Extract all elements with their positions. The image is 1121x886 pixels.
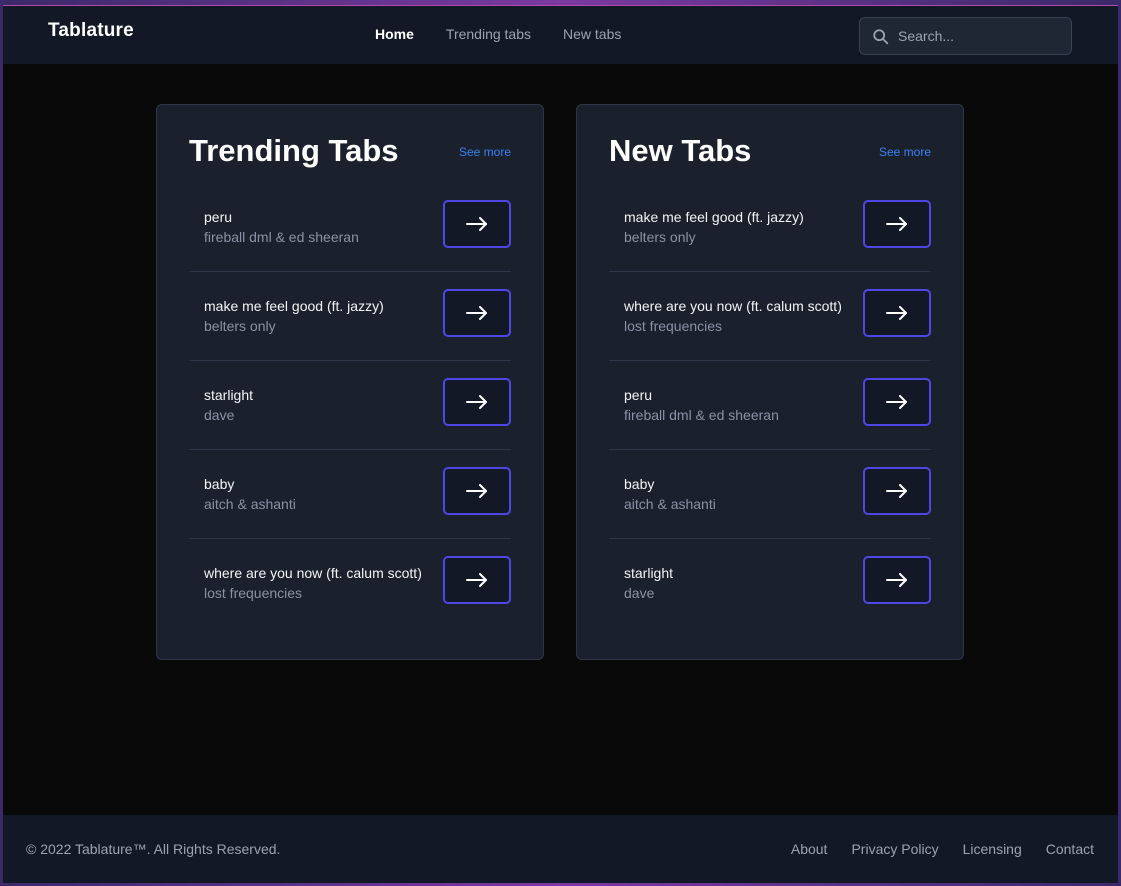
arrow-right-icon [886,484,907,498]
arrow-right-icon [466,306,487,320]
page-footer: © 2022 Tablature™. All Rights Reserved. … [3,815,1118,883]
arrow-right-icon [886,573,907,587]
footer-link-licensing[interactable]: Licensing [963,841,1022,857]
window-frame: Tablature Home Trending tabs New tabs Tr… [0,0,1121,886]
list-item: make me feel good (ft. jazzy) belters on… [609,183,931,272]
search-icon [873,29,889,45]
tab-artist: fireball dml & ed sheeran [624,407,779,423]
new-see-more-link[interactable]: See more [879,145,931,159]
arrow-right-icon [466,573,487,587]
list-item: peru fireball dml & ed sheeran [609,361,931,450]
list-item: starlight dave [609,539,931,628]
list-item: where are you now (ft. calum scott) lost… [189,539,511,628]
nav-new-tabs[interactable]: New tabs [563,26,621,42]
open-tab-button[interactable] [863,289,931,337]
nav-home[interactable]: Home [375,26,414,42]
tab-title: baby [204,476,235,492]
footer-link-contact[interactable]: Contact [1046,841,1094,857]
tab-title: make me feel good (ft. jazzy) [624,209,804,225]
new-tabs-list: make me feel good (ft. jazzy) belters on… [609,183,931,628]
new-tabs-title: New Tabs [609,133,752,168]
top-navbar: Tablature Home Trending tabs New tabs [3,5,1118,64]
app-window: Tablature Home Trending tabs New tabs Tr… [3,5,1118,883]
open-tab-button[interactable] [443,556,511,604]
nav-trending-tabs[interactable]: Trending tabs [446,26,531,42]
tab-artist: lost frequencies [204,585,303,601]
footer-link-about[interactable]: About [791,841,828,857]
tab-artist: dave [204,407,235,423]
brand-logo[interactable]: Tablature [48,20,134,42]
main-nav: Home Trending tabs New tabs [375,26,653,42]
open-tab-button[interactable] [863,467,931,515]
tab-title: starlight [204,387,254,403]
list-item: baby aitch & ashanti [189,450,511,539]
arrow-right-icon [466,484,487,498]
search-input[interactable] [898,18,1068,54]
tab-title: baby [624,476,655,492]
arrow-right-icon [886,395,907,409]
open-tab-button[interactable] [863,200,931,248]
copyright-text: © 2022 Tablature™. All Rights Reserved. [26,841,281,857]
tab-artist: dave [624,585,655,601]
list-item: where are you now (ft. calum scott) lost… [609,272,931,361]
list-item: starlight dave [189,361,511,450]
tab-title: where are you now (ft. calum scott) [204,565,422,581]
arrow-right-icon [466,395,487,409]
tab-title: peru [624,387,653,403]
tab-title: where are you now (ft. calum scott) [624,298,842,314]
tab-artist: aitch & ashanti [624,496,716,512]
open-tab-button[interactable] [443,467,511,515]
arrow-right-icon [886,306,907,320]
list-item: make me feel good (ft. jazzy) belters on… [189,272,511,361]
trending-see-more-link[interactable]: See more [459,145,511,159]
tab-title: peru [204,209,233,225]
tab-artist: fireball dml & ed sheeran [204,229,359,245]
trending-tabs-list: peru fireball dml & ed sheeran make me f… [189,183,511,628]
list-item: baby aitch & ashanti [609,450,931,539]
arrow-right-icon [466,217,487,231]
arrow-right-icon [886,217,907,231]
search-box[interactable] [859,17,1072,55]
tab-artist: belters only [624,229,696,245]
open-tab-button[interactable] [443,200,511,248]
trending-tabs-card: Trending Tabs See more peru fireball dml… [156,104,544,660]
open-tab-button[interactable] [863,556,931,604]
list-item: peru fireball dml & ed sheeran [189,183,511,272]
footer-link-privacy-policy[interactable]: Privacy Policy [851,841,938,857]
tab-title: starlight [624,565,674,581]
footer-links: About Privacy Policy Licensing Contact [767,841,1094,857]
open-tab-button[interactable] [443,378,511,426]
tab-artist: lost frequencies [624,318,723,334]
trending-tabs-title: Trending Tabs [189,133,399,168]
open-tab-button[interactable] [863,378,931,426]
tab-artist: aitch & ashanti [204,496,296,512]
tab-title: make me feel good (ft. jazzy) [204,298,384,314]
new-tabs-card: New Tabs See more make me feel good (ft.… [576,104,964,660]
tab-artist: belters only [204,318,276,334]
open-tab-button[interactable] [443,289,511,337]
